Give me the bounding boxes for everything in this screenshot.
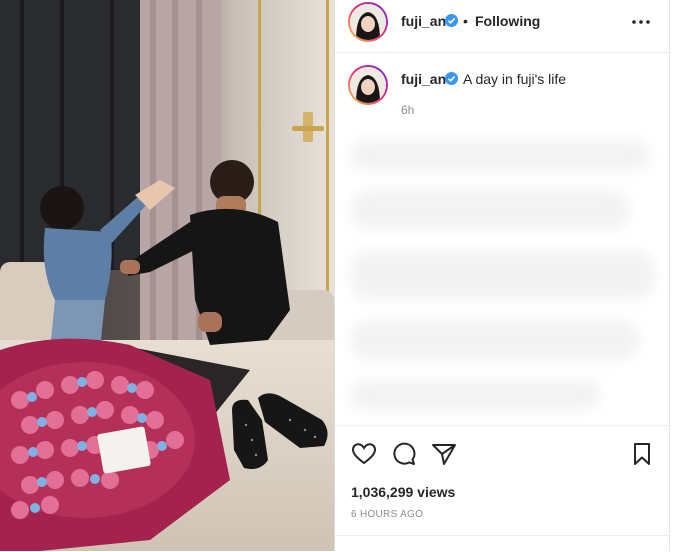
caption-username[interactable]: fuji_an: [401, 71, 446, 87]
blurred-comment: [350, 250, 655, 300]
header-separator: •: [463, 13, 468, 29]
blurred-comment: [350, 190, 630, 230]
post-media[interactable]: [0, 0, 334, 551]
caption-profile-picture: [350, 67, 386, 103]
scrollbar-track[interactable]: [669, 0, 683, 551]
comments-area: [335, 130, 670, 420]
more-options-icon[interactable]: [631, 14, 651, 30]
post-header: fuji_an • Following: [335, 0, 670, 53]
posted-time[interactable]: 6 HOURS AGO: [351, 509, 423, 520]
caption-avatar[interactable]: [348, 65, 388, 105]
blurred-comment: [350, 380, 600, 410]
heart-icon[interactable]: [351, 442, 377, 466]
post-details-panel: fuji_an • Following fuji_an A day in fuj…: [334, 0, 670, 551]
paper-plane-icon[interactable]: [431, 442, 457, 466]
profile-picture: [350, 4, 386, 40]
post-actions: 1,036,299 views 6 HOURS AGO: [335, 425, 670, 552]
caption-timestamp: 6h: [401, 103, 415, 117]
post-photo: [0, 0, 334, 551]
caption-text: A day in fuji's life: [463, 71, 567, 87]
bookmark-icon[interactable]: [631, 442, 653, 466]
following-button[interactable]: Following: [475, 13, 540, 29]
verified-badge-icon: [445, 14, 458, 27]
avatar[interactable]: [348, 2, 388, 42]
views-count[interactable]: 1,036,299 views: [351, 484, 455, 500]
comment-icon[interactable]: [391, 442, 417, 466]
header-username[interactable]: fuji_an: [401, 13, 446, 29]
caption-verified-badge-icon: [445, 72, 458, 85]
comment-bar-divider: [335, 535, 670, 536]
blurred-comment: [350, 320, 640, 360]
blurred-comment: [350, 140, 650, 170]
